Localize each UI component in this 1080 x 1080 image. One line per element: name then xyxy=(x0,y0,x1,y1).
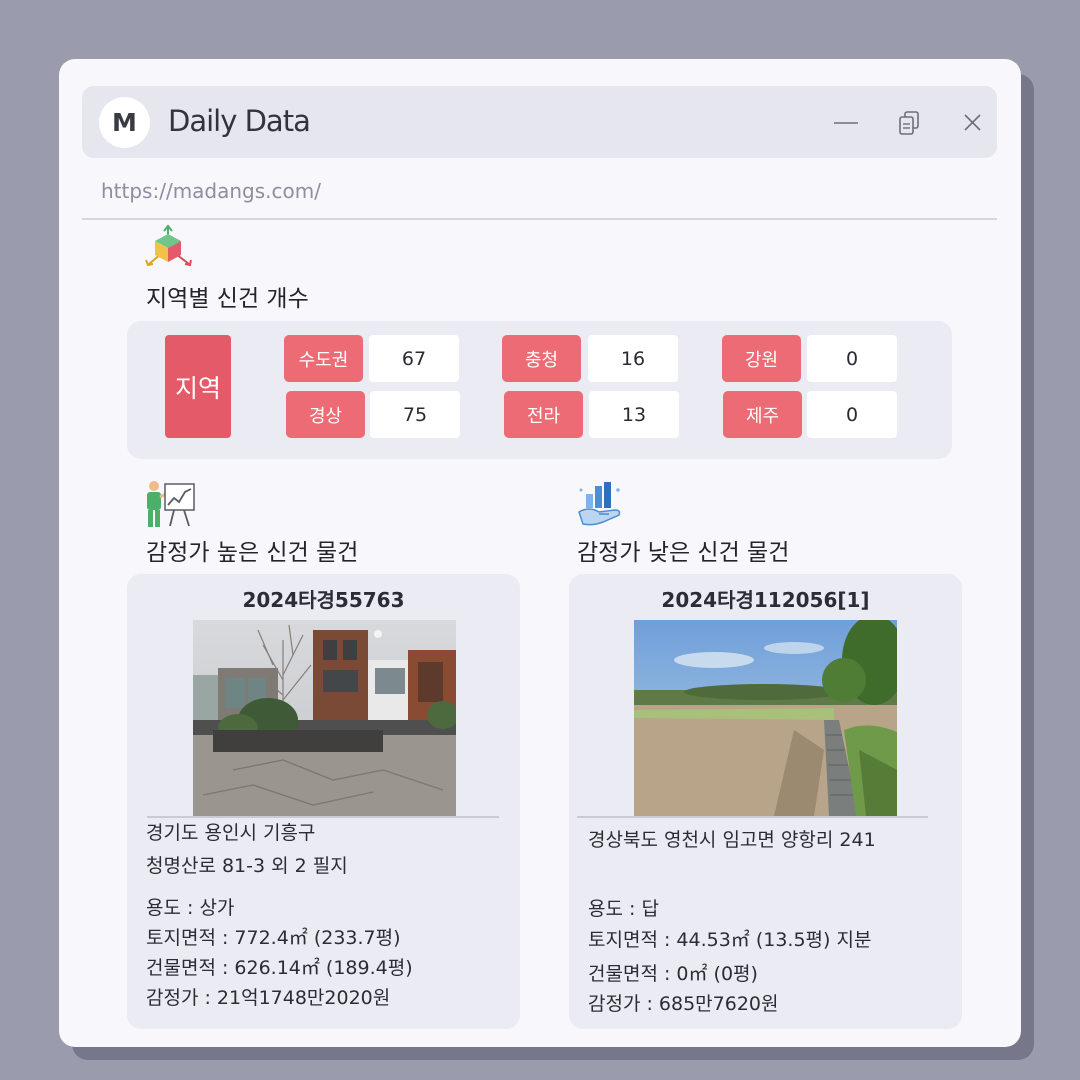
region-label-chungcheong: 충청 xyxy=(502,335,581,382)
low-appraisal: 감정가 : 685만7620원 xyxy=(588,993,779,1015)
close-icon xyxy=(964,114,981,131)
high-address-line2: 청명산로 81-3 외 2 필지 xyxy=(146,855,348,877)
region-count-jeolla: 13 xyxy=(589,391,679,438)
region-label-gangwon: 강원 xyxy=(722,335,801,382)
restore-icon xyxy=(899,111,919,135)
low-address-line1: 경상북도 영천시 임고면 양항리 241 xyxy=(588,829,876,851)
high-property-card[interactable]: 2024타경55763 경기도 용인시 기흥구 청명산로 81-3 외 2 필지… xyxy=(127,574,520,1029)
high-section-title: 감정가 높은 신건 물건 xyxy=(146,540,359,566)
high-usage: 용도 : 상가 xyxy=(146,897,235,919)
high-building-area: 건물면적 : 626.14㎡ (189.4평) xyxy=(146,957,413,979)
close-button[interactable] xyxy=(958,108,988,138)
url-text[interactable]: https://madangs.com/ xyxy=(101,179,321,203)
low-property-card[interactable]: 2024타경112056[1] 경상북도 영천시 임고면 양항리 241 용도 … xyxy=(569,574,962,1029)
high-land-area: 토지면적 : 772.4㎡ (233.7평) xyxy=(146,927,401,949)
region-label-jeju: 제주 xyxy=(723,391,802,438)
low-case-id: 2024타경112056[1] xyxy=(661,588,870,612)
region-count-gangwon: 0 xyxy=(807,335,897,382)
app-title: Daily Data xyxy=(168,104,311,138)
minimize-button[interactable] xyxy=(831,108,861,138)
url-divider xyxy=(82,218,997,220)
region-count-gyeongsang: 75 xyxy=(370,391,460,438)
low-photo-divider xyxy=(577,816,928,818)
region-label-jeolla: 전라 xyxy=(504,391,583,438)
region-count-jeju: 0 xyxy=(807,391,897,438)
low-land-area: 토지면적 : 44.53㎡ (13.5평) 지분 xyxy=(588,929,872,951)
minimize-icon xyxy=(834,122,858,124)
title-bar: M Daily Data xyxy=(82,86,997,158)
region-panel: 지역 수도권 67 경상 75 충청 16 전라 13 강원 0 제주 0 xyxy=(127,321,952,459)
app-logo: M xyxy=(99,97,150,148)
region-label-gyeongsang: 경상 xyxy=(286,391,365,438)
region-count-chungcheong: 16 xyxy=(588,335,678,382)
region-count-sudogwon: 67 xyxy=(369,335,459,382)
high-appraisal: 감정가 : 21억1748만2020원 xyxy=(146,987,391,1009)
region-label-sudogwon: 수도권 xyxy=(284,335,363,382)
high-case-id: 2024타경55763 xyxy=(242,588,405,612)
region-section-title: 지역별 신건 개수 xyxy=(146,286,309,312)
app-window: M Daily Data https://madangs.com/ 지역별 신건… xyxy=(59,59,1021,1047)
low-section-title: 감정가 낮은 신건 물건 xyxy=(577,540,790,566)
restore-button[interactable] xyxy=(896,108,926,138)
low-usage: 용도 : 답 xyxy=(588,898,659,920)
presentation-chart-icon xyxy=(144,480,196,534)
region-header: 지역 xyxy=(165,335,231,438)
cube-arrows-icon xyxy=(143,224,195,276)
low-property-photo xyxy=(634,620,897,816)
high-property-photo xyxy=(193,620,456,816)
high-address-line1: 경기도 용인시 기흥구 xyxy=(146,822,316,844)
hand-bar-chart-icon xyxy=(575,480,627,534)
low-building-area: 건물면적 : 0㎡ (0평) xyxy=(588,963,758,985)
